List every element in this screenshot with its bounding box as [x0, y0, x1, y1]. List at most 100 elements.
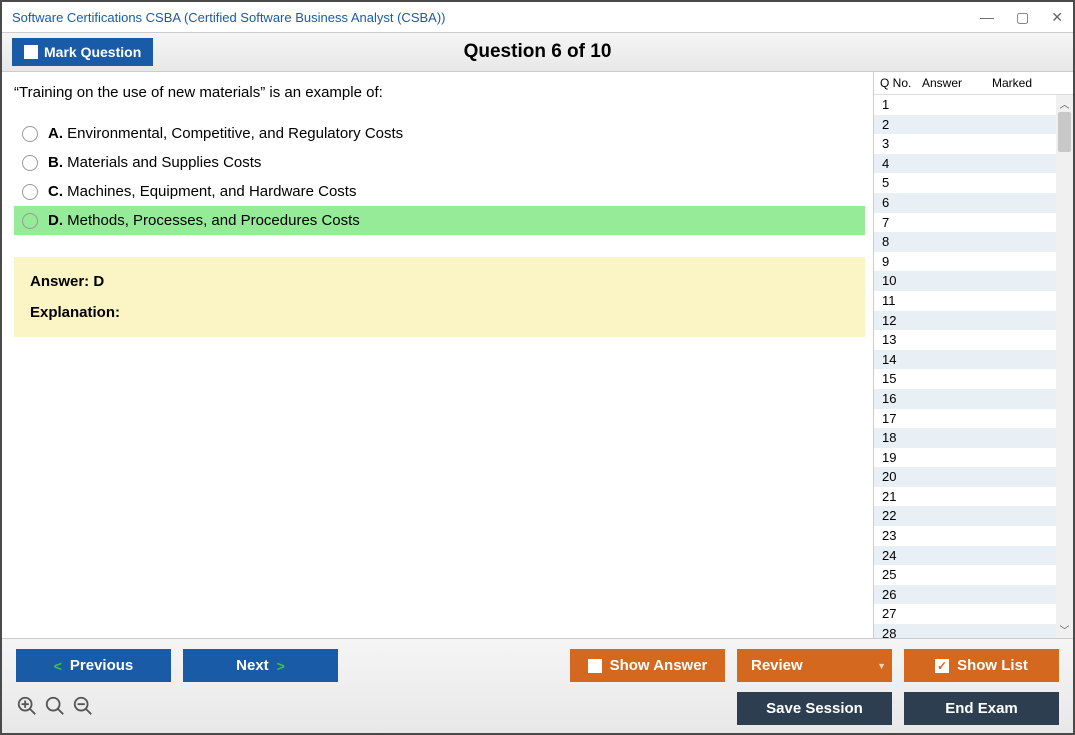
chevron-right-icon: > — [277, 658, 285, 674]
col-marked-header: Marked — [992, 76, 1067, 90]
scroll-up-icon[interactable]: ︿ — [1056, 95, 1073, 112]
end-exam-button[interactable]: End Exam — [904, 692, 1059, 725]
zoom-controls — [16, 695, 94, 723]
answer-line: Answer: D — [30, 273, 849, 290]
show-list-button[interactable]: ✓ Show List — [904, 649, 1059, 682]
scroll-track[interactable] — [1056, 112, 1073, 621]
scrollbar[interactable]: ︿ ﹀ — [1056, 95, 1073, 638]
scroll-thumb[interactable] — [1058, 112, 1071, 152]
qlist-row[interactable]: 10 — [874, 271, 1073, 291]
previous-button[interactable]: < Previous — [16, 649, 171, 682]
option-text: C. Machines, Equipment, and Hardware Cos… — [48, 183, 356, 200]
checkbox-checked-icon: ✓ — [935, 659, 949, 673]
show-list-label: Show List — [957, 657, 1028, 674]
window-controls: — ▢ ✕ — [980, 9, 1063, 26]
zoom-in-icon[interactable] — [16, 695, 38, 723]
qlist-row[interactable]: 15 — [874, 369, 1073, 389]
option-letter: D. — [48, 212, 67, 229]
radio-icon[interactable] — [22, 155, 38, 171]
option-text: A. Environmental, Competitive, and Regul… — [48, 125, 403, 142]
question-text: “Training on the use of new materials” i… — [14, 84, 865, 101]
chevron-down-icon: ▼ — [877, 661, 886, 671]
qlist-row[interactable]: 14 — [874, 350, 1073, 370]
question-area: “Training on the use of new materials” i… — [2, 72, 873, 638]
qlist-row[interactable]: 20 — [874, 467, 1073, 487]
qlist-row[interactable]: 6 — [874, 193, 1073, 213]
qlist-row[interactable]: 24 — [874, 546, 1073, 566]
mark-question-button[interactable]: Mark Question — [12, 38, 153, 66]
qlist-row[interactable]: 11 — [874, 291, 1073, 311]
show-answer-button[interactable]: Show Answer — [570, 649, 725, 682]
col-answer-header: Answer — [922, 76, 992, 90]
scroll-down-icon[interactable]: ﹀ — [1056, 621, 1073, 638]
maximize-icon[interactable]: ▢ — [1016, 9, 1029, 26]
radio-icon[interactable] — [22, 126, 38, 142]
save-session-button[interactable]: Save Session — [737, 692, 892, 725]
qlist-row[interactable]: 12 — [874, 311, 1073, 331]
radio-icon[interactable] — [22, 184, 38, 200]
qlist-row[interactable]: 28 — [874, 624, 1073, 638]
title-bar: Software Certifications CSBA (Certified … — [2, 2, 1073, 32]
zoom-out-icon[interactable] — [72, 695, 94, 723]
qlist-row[interactable]: 18 — [874, 428, 1073, 448]
toolbar: Mark Question Question 6 of 10 — [2, 32, 1073, 72]
qlist-row[interactable]: 2 — [874, 115, 1073, 135]
option-letter: A. — [48, 125, 67, 142]
option-label: Machines, Equipment, and Hardware Costs — [67, 183, 356, 200]
radio-icon[interactable] — [22, 213, 38, 229]
option-label: Environmental, Competitive, and Regulato… — [67, 125, 403, 142]
main-area: “Training on the use of new materials” i… — [2, 72, 1073, 638]
col-qno-header: Q No. — [880, 76, 922, 90]
qlist-row[interactable]: 27 — [874, 604, 1073, 624]
option-text: D. Methods, Processes, and Procedures Co… — [48, 212, 360, 229]
option-row[interactable]: A. Environmental, Competitive, and Regul… — [14, 119, 865, 148]
option-letter: B. — [48, 154, 67, 171]
option-row[interactable]: D. Methods, Processes, and Procedures Co… — [14, 206, 865, 235]
qlist-row[interactable]: 4 — [874, 154, 1073, 174]
chevron-left-icon: < — [54, 658, 62, 674]
options-list: A. Environmental, Competitive, and Regul… — [14, 119, 865, 235]
qlist-row[interactable]: 23 — [874, 526, 1073, 546]
qlist-row[interactable]: 22 — [874, 506, 1073, 526]
qlist-row[interactable]: 5 — [874, 173, 1073, 193]
next-button[interactable]: Next > — [183, 649, 338, 682]
qlist-row[interactable]: 26 — [874, 585, 1073, 605]
qlist-row[interactable]: 16 — [874, 389, 1073, 409]
option-label: Materials and Supplies Costs — [67, 154, 261, 171]
qlist-row[interactable]: 1 — [874, 95, 1073, 115]
close-icon[interactable]: ✕ — [1051, 9, 1063, 26]
question-counter: Question 6 of 10 — [464, 41, 612, 63]
checkbox-empty-icon — [24, 45, 38, 59]
qlist-row[interactable]: 25 — [874, 565, 1073, 585]
option-row[interactable]: C. Machines, Equipment, and Hardware Cos… — [14, 177, 865, 206]
qlist-wrap: 1234567891011121314151617181920212223242… — [874, 95, 1073, 638]
answer-box: Answer: D Explanation: — [14, 257, 865, 337]
window-title: Software Certifications CSBA (Certified … — [12, 10, 446, 25]
app-window: Software Certifications CSBA (Certified … — [0, 0, 1075, 735]
qlist-row[interactable]: 8 — [874, 232, 1073, 252]
minimize-icon[interactable]: — — [980, 9, 994, 26]
zoom-reset-icon[interactable] — [44, 695, 66, 723]
qlist-row[interactable]: 19 — [874, 448, 1073, 468]
qlist-row[interactable]: 17 — [874, 409, 1073, 429]
mark-question-label: Mark Question — [44, 44, 141, 60]
review-dropdown[interactable]: Review ▼ — [737, 649, 892, 682]
qlist-row[interactable]: 13 — [874, 330, 1073, 350]
qlist-row[interactable]: 9 — [874, 252, 1073, 272]
option-letter: C. — [48, 183, 67, 200]
option-label: Methods, Processes, and Procedures Costs — [67, 212, 360, 229]
qlist-row[interactable]: 7 — [874, 213, 1073, 233]
end-exam-label: End Exam — [945, 700, 1018, 717]
qlist[interactable]: 1234567891011121314151617181920212223242… — [874, 95, 1073, 638]
show-answer-label: Show Answer — [610, 657, 708, 674]
option-row[interactable]: B. Materials and Supplies Costs — [14, 148, 865, 177]
footer: < Previous Next > Show Answer Review ▼ ✓… — [2, 638, 1073, 733]
qlist-row[interactable]: 3 — [874, 134, 1073, 154]
qlist-row[interactable]: 21 — [874, 487, 1073, 507]
previous-label: Previous — [70, 657, 133, 674]
save-session-label: Save Session — [766, 700, 863, 717]
question-list-panel: Q No. Answer Marked 12345678910111213141… — [873, 72, 1073, 638]
footer-row2: Save Session End Exam — [16, 692, 1059, 725]
checkbox-empty-icon — [588, 659, 602, 673]
explanation-label: Explanation: — [30, 304, 849, 321]
